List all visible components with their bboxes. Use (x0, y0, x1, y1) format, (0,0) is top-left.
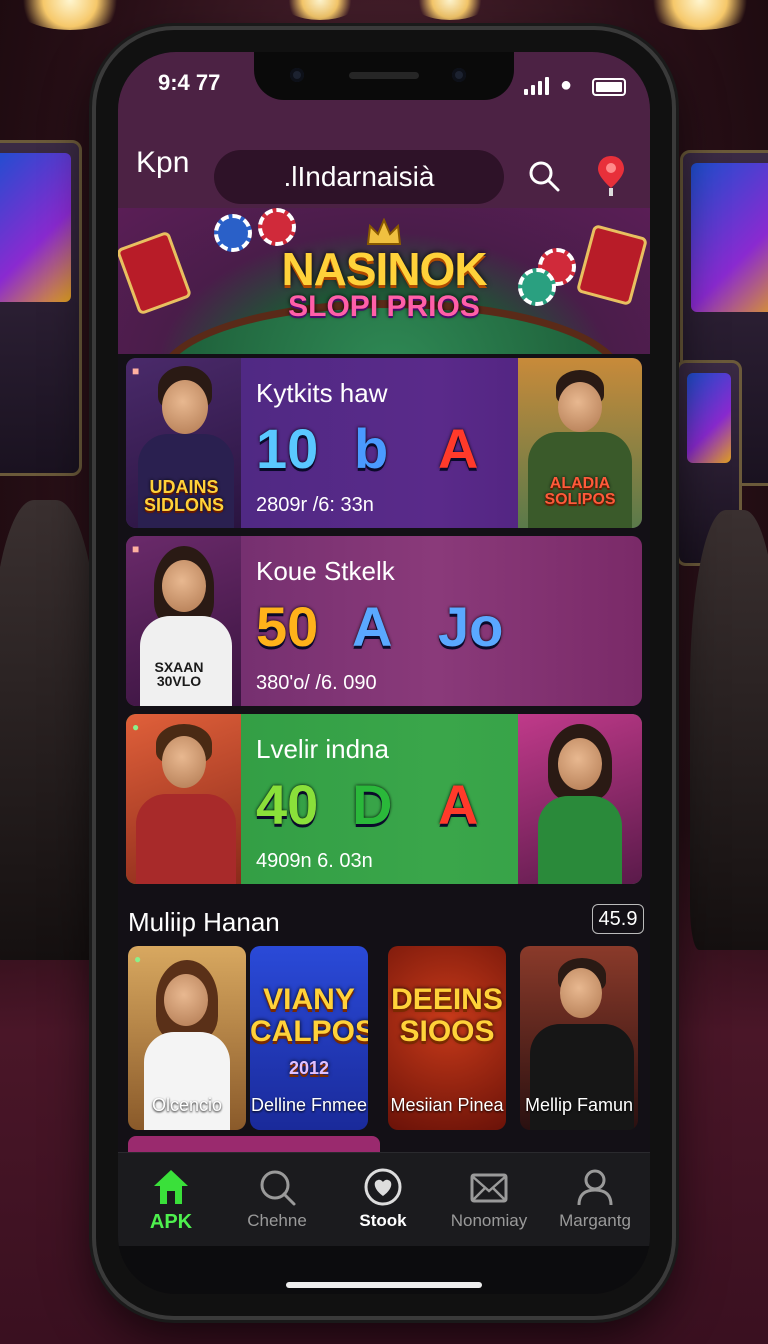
promo-symbol: A (438, 773, 479, 836)
crown-icon (366, 218, 402, 245)
search-icon[interactable] (528, 160, 560, 192)
nav-item-chehne[interactable]: Chehne (224, 1153, 330, 1247)
casino-patron (0, 500, 100, 960)
promo-symbol: A (352, 595, 393, 658)
nav-label: Margantg (559, 1211, 631, 1230)
wifi-icon: ● (560, 74, 573, 96)
promo-image-label: ALADIA SOLIPOS (544, 475, 616, 508)
promo-symbol: 10 (256, 417, 319, 480)
nav-label: APK (149, 1211, 193, 1233)
banner-title: NASINOK (281, 243, 487, 295)
ceiling-lamp (280, 0, 360, 20)
badge-icon: ■ (132, 542, 140, 556)
slot-machine (0, 140, 82, 476)
banner-subtitle: SLOPI PRIOS (288, 290, 480, 323)
promo-heading: Koue Stkelk (256, 556, 395, 586)
nav-label: Chehne (247, 1211, 307, 1230)
ceiling-lamp (410, 0, 490, 20)
promo-card[interactable]: ■ UDAINS SIDLONS Kytkits haw 10 b A 2809… (126, 358, 642, 528)
profile-icon (577, 1169, 613, 1206)
signal-icon (524, 77, 550, 95)
promo-stat: 2809r /6: 33n (256, 494, 374, 516)
search-input[interactable]: .lIndarnaisià (214, 150, 504, 204)
promo-heading: Kytkits haw (256, 378, 388, 408)
phone-screen: 9:4 77 ● Kpn .lIndarnaisià NASINOK SLOPI… (118, 52, 650, 1294)
game-tile[interactable]: Mellip Famun (520, 946, 638, 1130)
promo-symbol: 50 (256, 595, 319, 658)
game-name: Mellip Famun (524, 1095, 634, 1115)
promo-image-label: SXAAN 30VLO (154, 659, 204, 689)
promo-image: ■ UDAINS SIDLONS (126, 358, 241, 528)
casino-patron (690, 510, 768, 950)
game-tile[interactable]: ● Olcencio (128, 946, 246, 1130)
nav-label: Nonomiay (450, 1211, 528, 1230)
badge-icon: ● (132, 720, 140, 734)
nav-item-nonomiay[interactable]: Nonomiay (436, 1153, 542, 1247)
home-icon (154, 1170, 188, 1204)
location-pin-icon[interactable] (596, 154, 626, 198)
game-tile[interactable]: DEEINS SIOOS Mesiian Pinea (388, 946, 506, 1130)
heart-icon (364, 1168, 402, 1206)
promo-image: ■ SXAAN 30VLO (126, 536, 241, 706)
promo-image: ALADIA SOLIPOS (518, 358, 642, 528)
promo-image (518, 714, 642, 884)
badge-icon: ● (134, 952, 142, 966)
game-name: Mesiian Pinea (390, 1095, 504, 1115)
game-logo: VIANY CALPOS (250, 983, 368, 1048)
promo-image: ● (126, 714, 241, 884)
game-logo: DEEINS SIOOS (391, 983, 503, 1048)
search-icon (260, 1170, 296, 1206)
status-time: 9:4 77 (158, 70, 221, 95)
promo-symbol: D (352, 773, 393, 836)
promo-heading: Lvelir indna (256, 734, 389, 764)
bottom-nav: APK Chehne Stook Nonomiay Margantg (118, 1152, 650, 1247)
app-header: Kpn .lIndarnaisià (118, 116, 650, 208)
nav-item-margantg[interactable]: Margantg (542, 1153, 648, 1247)
promo-symbol: 40 (256, 773, 319, 836)
promo-stat: 4909n 6. 03n (256, 850, 373, 872)
nav-item-apk[interactable]: APK (118, 1153, 224, 1247)
promo-card[interactable]: ● Lvelir indna 40 D A 4909n 6. 03n (126, 714, 642, 884)
hero-banner[interactable]: NASINOK SLOPI PRIOS (118, 208, 650, 354)
game-name: Olcencio (151, 1095, 223, 1115)
battery-icon (592, 78, 626, 96)
notch (254, 52, 514, 100)
app-logo[interactable]: Kpn (136, 146, 189, 180)
game-logo-year: 2012 (288, 1058, 330, 1078)
promo-image-label: UDAINS SIDLONS (143, 477, 224, 515)
chip-graphic (258, 208, 296, 246)
promo-symbol: Jo (438, 595, 504, 658)
promo-card[interactable]: ■ SXAAN 30VLO Koue Stkelk 50 A Jo 380'o/… (126, 536, 642, 706)
mail-icon (470, 1173, 508, 1203)
home-indicator (118, 1246, 650, 1294)
phone-frame: 9:4 77 ● Kpn .lIndarnaisià NASINOK SLOPI… (96, 30, 672, 1316)
promo-symbol: b (354, 417, 389, 480)
nav-label: Stook (359, 1211, 407, 1230)
ceiling-lamp (10, 0, 130, 30)
game-name: Delline Fnmee (250, 1095, 368, 1115)
badge-icon: ■ (132, 364, 140, 378)
promo-stat: 380'o/ /6. 090 (256, 672, 377, 694)
section-title: Muliip Hanan (128, 907, 280, 937)
ceiling-lamp (640, 0, 760, 30)
game-tile[interactable]: VIANY CALPOS 2012 Delline Fnmee (250, 946, 368, 1130)
promo-symbol: A (438, 417, 479, 480)
nav-item-stook[interactable]: Stook (330, 1153, 436, 1247)
section-badge[interactable]: 45.9 (592, 904, 644, 934)
